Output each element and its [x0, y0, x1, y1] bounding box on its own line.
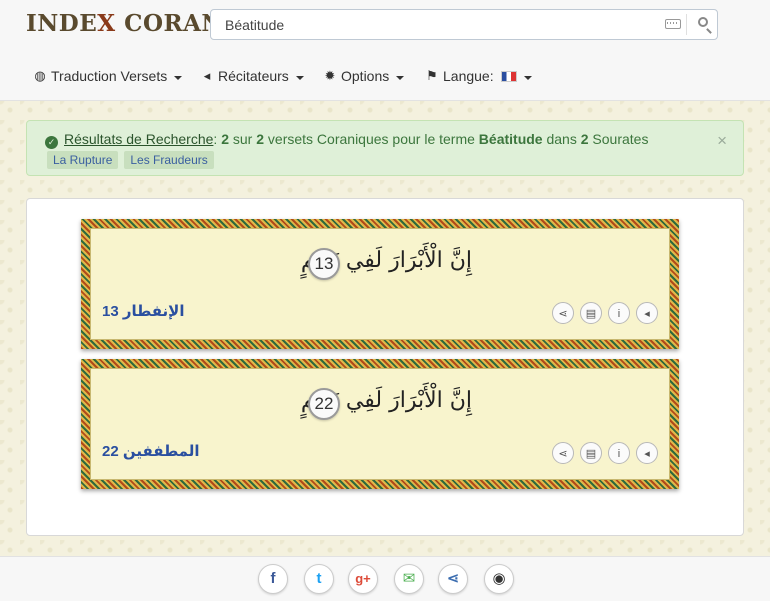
verse-card: إِنَّ الْأَبْرَارَ لَفِي نَعِيمٍ 13 الإن…	[81, 219, 679, 349]
verse-reference[interactable]: المطففين 22	[102, 442, 200, 460]
logo-text-1: INDE	[26, 10, 98, 37]
logo[interactable]: INDEX CORAN	[26, 10, 223, 37]
nav-reciters-label: Récitateurs	[218, 68, 289, 84]
verse-card: إِنَّ الْأَبْرَارَ لَفِي نَعِيمٍ 22 المط…	[81, 359, 679, 489]
globe-icon: ◍	[34, 68, 46, 83]
gear-icon: ✹	[324, 68, 336, 83]
nav-reciters-menu[interactable]: ◂ Récitateurs	[200, 66, 304, 86]
alert-message: ✓ Résultats de Recherche: 2 sur 2 versets…	[45, 131, 648, 149]
chevron-down-icon	[174, 75, 183, 80]
logo-x: X	[97, 10, 116, 37]
facebook-icon[interactable]: f	[258, 564, 288, 594]
verse-actions: ⋖ ▤ i ◂	[552, 442, 658, 464]
email-icon[interactable]: ✉	[394, 564, 424, 594]
results-panel: إِنَّ الْأَبْرَارَ لَفِي نَعِيمٍ 13 الإن…	[26, 198, 744, 536]
colon: :	[213, 131, 218, 147]
surah-tags: La Rupture Les Fraudeurs	[47, 151, 214, 169]
share-icon[interactable]: ⋖	[438, 564, 468, 594]
search-box	[210, 9, 718, 40]
alert-text-2: dans	[542, 131, 581, 147]
verse-reference[interactable]: الإنفطار 13	[102, 302, 184, 320]
audio-icon[interactable]: ◂	[636, 442, 658, 464]
info-icon[interactable]: i	[608, 302, 630, 324]
nav-translation-menu[interactable]: ◍ Traduction Versets	[33, 66, 183, 86]
tag-les-fraudeurs[interactable]: Les Fraudeurs	[124, 151, 214, 169]
french-flag-icon	[500, 70, 517, 82]
total-count: 2	[256, 131, 265, 147]
nav-options-menu[interactable]: ✹ Options	[323, 66, 405, 86]
surah-count: 2	[580, 131, 589, 147]
top-bar: INDEX CORAN ◍ Traduction Versets ◂ Récit…	[0, 0, 770, 101]
search-icon[interactable]	[698, 17, 708, 27]
verse-actions: ⋖ ▤ i ◂	[552, 302, 658, 324]
logo-text-2: CORAN	[115, 10, 223, 37]
flag-icon: ⚑	[426, 68, 438, 83]
search-input[interactable]	[223, 16, 647, 34]
nav-translation-label: Traduction Versets	[51, 68, 168, 84]
verse-number-badge: 13	[308, 248, 340, 280]
alert-text-3: Sourates	[588, 131, 649, 147]
keyboard-icon[interactable]	[665, 19, 681, 29]
chevron-down-icon	[396, 75, 405, 80]
search-results-link[interactable]: Résultats de Recherche	[64, 131, 213, 147]
search-term: Béatitude	[478, 131, 543, 147]
info-icon[interactable]: i	[608, 442, 630, 464]
search-results-alert: ✓ Résultats de Recherche: 2 sur 2 versets…	[26, 120, 744, 176]
search-divider	[686, 14, 687, 35]
pdf-icon[interactable]: ▤	[580, 442, 602, 464]
share-icon[interactable]: ⋖	[552, 302, 574, 324]
volume-icon: ◂	[203, 68, 211, 83]
chevron-down-icon	[523, 75, 532, 80]
audio-icon[interactable]: ◂	[636, 302, 658, 324]
chevron-down-icon	[295, 75, 304, 80]
nav-language-label: Langue:	[443, 68, 494, 84]
nav-options-label: Options	[341, 68, 390, 84]
result-count: 2	[221, 131, 229, 147]
twitter-icon[interactable]: t	[304, 564, 334, 594]
pdf-icon[interactable]: ▤	[580, 302, 602, 324]
github-icon[interactable]: ◉	[484, 564, 514, 594]
verse-number-badge: 22	[308, 388, 340, 420]
footer: f t g+ ✉ ⋖ ◉	[0, 556, 770, 601]
close-icon[interactable]: ×	[717, 131, 727, 151]
share-icon[interactable]: ⋖	[552, 442, 574, 464]
sur-text: sur	[229, 131, 257, 147]
google-plus-icon[interactable]: g+	[348, 564, 378, 594]
nav-language-menu[interactable]: ⚑ Langue:	[425, 66, 532, 86]
alert-text-1: versets Coraniques pour le terme	[264, 131, 479, 147]
check-circle-icon: ✓	[45, 136, 58, 149]
tag-la-rupture[interactable]: La Rupture	[47, 151, 119, 169]
